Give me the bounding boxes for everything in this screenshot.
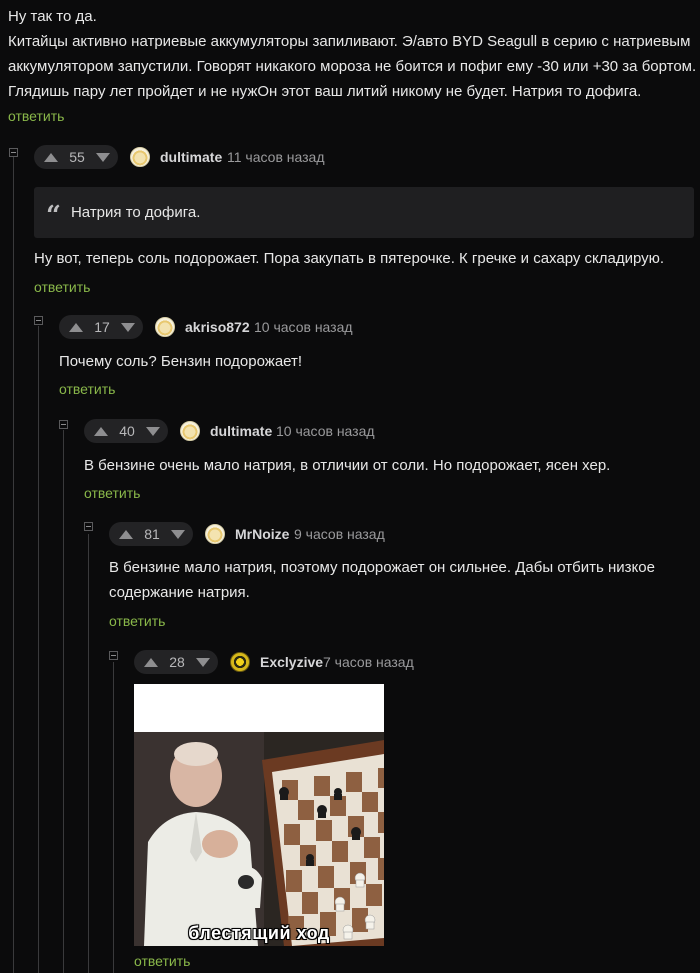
- quote-text: Натрия то дофига.: [70, 204, 201, 221]
- quote-block: “ Натрия то дофига.: [34, 187, 694, 238]
- vote-count: 81: [144, 526, 160, 542]
- collapse-icon[interactable]: [84, 522, 93, 531]
- avatar[interactable]: [205, 524, 225, 544]
- quote-icon: “: [46, 200, 61, 231]
- reply-link[interactable]: ответить: [109, 612, 165, 630]
- comment-text-line: Китайцы активно натриевые аккумуляторы з…: [8, 33, 691, 50]
- timestamp: 10 часов назад: [254, 319, 353, 335]
- meme-image[interactable]: блестящий ход: [134, 684, 384, 946]
- avatar[interactable]: [230, 652, 250, 672]
- comment-text-line: Почему соль? Бензин подорожает!: [59, 353, 303, 370]
- thread-line: [38, 326, 39, 973]
- collapse-icon[interactable]: [109, 651, 118, 660]
- reply-link[interactable]: ответить: [8, 107, 64, 125]
- arrow-down-icon[interactable]: [171, 529, 185, 539]
- vote-count: 17: [94, 319, 110, 335]
- username[interactable]: dultimate: [210, 423, 272, 439]
- arrow-up-icon[interactable]: [119, 529, 133, 539]
- collapse-icon[interactable]: [9, 148, 18, 157]
- chess-scene-illustration: [134, 732, 384, 946]
- reply-link[interactable]: ответить: [59, 380, 115, 398]
- comment-text-line: Ну вот, теперь соль подорожает. Пора зак…: [34, 250, 665, 267]
- timestamp: 10 часов назад: [276, 423, 375, 439]
- arrow-up-icon[interactable]: [94, 426, 108, 436]
- arrow-up-icon[interactable]: [44, 152, 58, 162]
- username[interactable]: MrNoize: [235, 526, 289, 542]
- thread-line: [113, 662, 114, 973]
- username[interactable]: Exclyzive: [260, 654, 323, 670]
- comment-text-line: аккумулятором запустили. Говорят никаког…: [8, 58, 697, 75]
- collapse-icon[interactable]: [59, 420, 68, 429]
- arrow-down-icon[interactable]: [121, 322, 135, 332]
- username[interactable]: akriso872: [185, 319, 250, 335]
- vote-count: 28: [169, 654, 185, 670]
- avatar[interactable]: [155, 317, 175, 337]
- reply-link[interactable]: ответить: [84, 484, 140, 502]
- thread-line: [13, 156, 14, 973]
- username[interactable]: dultimate: [160, 149, 222, 165]
- comment-text-line: В бензине очень мало натрия, в отличии о…: [84, 457, 611, 474]
- timestamp: 7 часов назад: [323, 654, 414, 670]
- vote-control: 28: [134, 650, 218, 674]
- arrow-down-icon[interactable]: [96, 152, 110, 162]
- avatar[interactable]: [130, 147, 150, 167]
- vote-control: 81: [109, 522, 193, 546]
- collapse-icon[interactable]: [34, 316, 43, 325]
- thread-line: [63, 430, 64, 973]
- meme-caption: блестящий ход: [188, 923, 330, 943]
- comment-text-line: В бензине мало натрия, поэтому подорожае…: [109, 559, 655, 576]
- arrow-down-icon[interactable]: [146, 426, 160, 436]
- arrow-up-icon[interactable]: [144, 657, 158, 667]
- timestamp: 9 часов назад: [294, 526, 385, 542]
- vote-control: 17: [59, 315, 143, 339]
- thread-line: [88, 534, 89, 973]
- vote-count: 55: [69, 149, 85, 165]
- arrow-up-icon[interactable]: [69, 322, 83, 332]
- vote-control: 40: [84, 419, 168, 443]
- vote-control: 55: [34, 145, 118, 169]
- vote-count: 40: [119, 423, 135, 439]
- reply-link[interactable]: ответить: [134, 952, 190, 970]
- arrow-down-icon[interactable]: [196, 657, 210, 667]
- meme-picture: блестящий ход: [134, 732, 384, 946]
- avatar[interactable]: [180, 421, 200, 441]
- comment-text-line: Глядишь пару лет пройдет и не нужОн этот…: [8, 83, 642, 100]
- reply-link[interactable]: ответить: [34, 278, 90, 296]
- comment-text-line: содержание натрия.: [109, 584, 250, 601]
- meme-white-band: [134, 684, 384, 732]
- timestamp: 11 часов назад: [227, 149, 325, 165]
- comment-text-line: Ну так то да.: [8, 8, 97, 25]
